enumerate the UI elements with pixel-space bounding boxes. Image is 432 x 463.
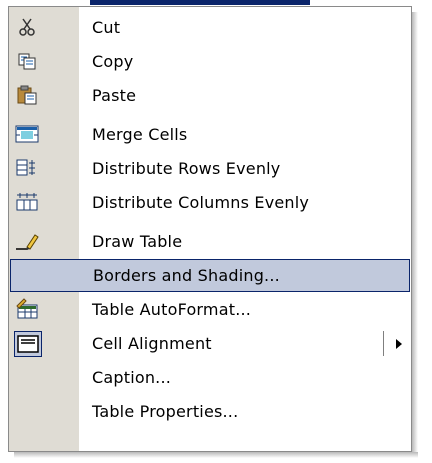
menu-item-label: Merge Cells (92, 125, 188, 144)
menu-shadow-right (412, 12, 418, 456)
menu-item-distribute-rows-evenly[interactable]: Distribute Rows Evenly (9, 152, 411, 185)
submenu-arrow-icon (396, 339, 402, 349)
pencil-icon (15, 230, 39, 252)
scissors-icon (15, 16, 39, 38)
menu-item-borders-and-shading[interactable]: Borders and Shading... (10, 259, 410, 292)
cell-alignment-icon (14, 331, 42, 357)
menu-item-label: Table AutoFormat... (92, 300, 252, 319)
menu-item-distribute-columns-evenly[interactable]: Distribute Columns Evenly (9, 186, 411, 219)
menu-item-merge-cells[interactable]: Merge Cells (9, 118, 411, 151)
menu-item-cell-alignment[interactable]: Cell Alignment (9, 327, 411, 360)
menu-item-label: Draw Table (92, 232, 183, 251)
menu-item-cut[interactable]: Cut (9, 11, 411, 44)
menu-item-label: Paste (92, 86, 137, 105)
menu-item-table-autoformat[interactable]: Table AutoFormat... (9, 293, 411, 326)
paste-icon (15, 84, 39, 106)
menu-item-label: Caption... (92, 368, 172, 387)
menu-item-caption[interactable]: Caption... (9, 361, 411, 394)
menu-item-table-properties[interactable]: Table Properties... (9, 395, 411, 428)
distribute-columns-icon (15, 191, 39, 213)
title-bar-fragment (90, 0, 310, 5)
menu-shadow-bottom (14, 452, 418, 458)
menu-item-paste[interactable]: Paste (9, 79, 411, 112)
submenu-separator (383, 331, 384, 356)
menu-item-label: Distribute Rows Evenly (92, 159, 281, 178)
distribute-rows-icon (15, 157, 39, 179)
copy-icon (15, 50, 39, 72)
menu-item-label: Cut (92, 18, 121, 37)
merge-cells-icon (15, 123, 39, 145)
menu-item-label: Table Properties... (92, 402, 239, 421)
menu-item-label: Copy (92, 52, 134, 71)
menu-item-draw-table[interactable]: Draw Table (9, 225, 411, 258)
menu-item-label: Borders and Shading... (93, 266, 280, 285)
menu-item-copy[interactable]: Copy (9, 45, 411, 78)
menu-item-label: Distribute Columns Evenly (92, 193, 310, 212)
context-menu: Cut Copy Paste Merge Cells Distribute Ro… (8, 6, 412, 452)
menu-item-label: Cell Alignment (92, 334, 212, 353)
table-autoformat-icon (15, 298, 39, 320)
